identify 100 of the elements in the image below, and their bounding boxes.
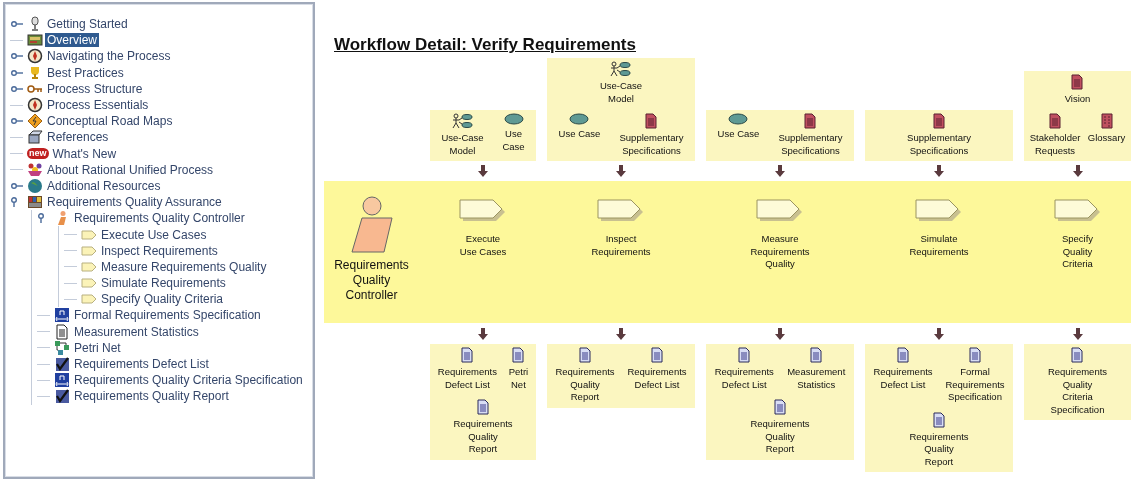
artifact-label[interactable]: Supplementary Specifications bbox=[619, 132, 684, 157]
artifact-label[interactable]: Stakeholder Requests bbox=[1029, 132, 1081, 157]
tree-item[interactable]: Inspect Requirements bbox=[99, 243, 220, 258]
tree-item[interactable]: Conceptual Road Maps bbox=[45, 114, 175, 129]
artifact-label[interactable]: Requirements Quality Report bbox=[909, 430, 969, 468]
toggle-handle-icon[interactable] bbox=[9, 67, 23, 78]
task-icon bbox=[1053, 198, 1102, 224]
tree-item[interactable]: Requirements Defect List bbox=[72, 357, 211, 372]
tree-item[interactable]: Requirements Quality Controller bbox=[72, 211, 247, 226]
artifact-label[interactable]: Petri Net bbox=[508, 366, 529, 391]
artifact-label[interactable]: Requirements Quality Report bbox=[555, 366, 615, 404]
artifact-label[interactable]: Use-Case Model bbox=[599, 80, 643, 105]
artifact-label[interactable]: Requirements Quality Report bbox=[453, 418, 513, 456]
tree-item[interactable]: Requirements Quality Report bbox=[72, 389, 231, 404]
use-case-model-icon bbox=[451, 113, 474, 129]
artifact-label[interactable]: Requirements Defect List bbox=[714, 366, 774, 391]
task-icon bbox=[459, 198, 507, 224]
artifact-label[interactable]: Requirements Defect List bbox=[437, 366, 497, 391]
document-icon bbox=[804, 113, 817, 129]
tree-item[interactable]: Petri Net bbox=[72, 340, 123, 355]
specification-icon bbox=[54, 372, 70, 389]
toggle-handle-icon[interactable] bbox=[9, 180, 23, 191]
tree-item[interactable]: About Rational Unified Process bbox=[45, 162, 216, 177]
worker-icon bbox=[349, 196, 394, 254]
globe-icon bbox=[27, 177, 43, 194]
task-label[interactable]: Measure Requirements Quality bbox=[750, 233, 810, 271]
tree-item[interactable]: Measure Requirements Quality bbox=[99, 259, 269, 274]
tree-item[interactable]: Formal Requirements Specification bbox=[72, 308, 263, 323]
tree-item[interactable]: Navigating the Process bbox=[45, 49, 173, 64]
road-sign-icon bbox=[27, 113, 43, 130]
artifact-label[interactable]: Requirements Quality Report bbox=[750, 418, 810, 456]
tree-item[interactable]: Requirements Quality Criteria Specification bbox=[72, 373, 305, 388]
report-icon bbox=[477, 399, 489, 415]
network-icon bbox=[54, 339, 70, 356]
down-arrow-icon bbox=[478, 165, 488, 177]
people-icon bbox=[27, 161, 43, 178]
use-case-icon bbox=[569, 113, 590, 125]
tree-item[interactable]: Measurement Statistics bbox=[72, 324, 201, 339]
down-arrow-icon bbox=[775, 327, 785, 340]
tree-item[interactable]: Simulate Requirements bbox=[99, 276, 228, 291]
tree-item[interactable]: Specify Quality Criteria bbox=[99, 292, 226, 307]
artifact-label[interactable]: Requirements Defect List bbox=[873, 366, 933, 391]
tree-item[interactable]: Process Structure bbox=[45, 81, 145, 96]
bookshelf-icon bbox=[27, 194, 43, 211]
task-label[interactable]: Specify Quality Criteria bbox=[1061, 233, 1094, 271]
artifact-label[interactable]: Requirements Defect List bbox=[627, 366, 687, 391]
tree-item[interactable]: Requirements Quality Assurance bbox=[45, 195, 224, 210]
report-icon bbox=[579, 347, 591, 363]
task-icon bbox=[597, 198, 645, 224]
down-arrow-icon bbox=[478, 327, 488, 340]
tree-item[interactable]: Process Essentials bbox=[45, 98, 151, 113]
artifact-label[interactable]: Supplementary Specifications bbox=[778, 132, 843, 157]
task-label[interactable]: Inspect Requirements bbox=[591, 233, 651, 258]
artifact-label[interactable]: Requirements Quality Criteria Specification bbox=[1047, 366, 1108, 416]
tree-item[interactable]: Additional Resources bbox=[45, 178, 163, 193]
task-icon bbox=[915, 198, 963, 224]
report-icon bbox=[651, 347, 663, 363]
toggle-handle-icon[interactable] bbox=[9, 116, 23, 127]
down-arrow-icon bbox=[1072, 165, 1083, 177]
document-icon bbox=[933, 113, 945, 129]
new-badge: new bbox=[27, 148, 49, 160]
use-case-icon bbox=[728, 113, 749, 125]
toggle-handle-icon[interactable] bbox=[9, 83, 23, 94]
artifact-label[interactable]: Use-Case Model bbox=[441, 132, 484, 157]
down-arrow-icon bbox=[934, 165, 944, 177]
tree-item[interactable]: Execute Use Cases bbox=[99, 227, 209, 242]
role-name: Requirements Quality Controller bbox=[333, 258, 410, 303]
artifact-label[interactable]: Use Case bbox=[558, 128, 601, 141]
artifact-label[interactable]: Use Case bbox=[717, 128, 760, 141]
report-icon bbox=[897, 347, 909, 363]
workflow-title: Workflow Detail: Verify Requirements bbox=[334, 35, 636, 55]
toggle-handle-icon[interactable] bbox=[9, 51, 23, 62]
artifact-label[interactable]: Vision bbox=[1064, 92, 1091, 105]
task-label[interactable]: Simulate Requirements bbox=[909, 233, 969, 258]
report-icon bbox=[738, 347, 751, 363]
down-arrow-icon bbox=[775, 165, 785, 177]
book-icon bbox=[27, 129, 43, 146]
document-icon bbox=[1049, 113, 1062, 129]
tree-item[interactable]: What's New bbox=[50, 146, 119, 161]
artifact-label[interactable]: Glossary bbox=[1087, 132, 1126, 145]
report-icon bbox=[512, 347, 525, 363]
artifact-label[interactable]: Supplementary Specifications bbox=[907, 132, 971, 157]
artifact-label[interactable]: Use Case bbox=[502, 128, 525, 153]
artifact-label[interactable]: Measurement Statistics bbox=[787, 366, 846, 391]
checklist-icon bbox=[54, 388, 70, 405]
task-icon bbox=[756, 198, 804, 224]
compass-icon bbox=[27, 48, 43, 65]
task-label[interactable]: Execute Use Cases bbox=[459, 233, 507, 258]
report-icon bbox=[810, 347, 823, 363]
landscape-icon bbox=[27, 32, 43, 49]
checklist-icon bbox=[54, 356, 70, 373]
artifact-label[interactable]: Formal Requirements Specification bbox=[945, 366, 1005, 404]
use-case-model-icon bbox=[610, 61, 632, 77]
tree-item[interactable]: Best Practices bbox=[45, 65, 126, 80]
down-arrow-icon bbox=[934, 327, 944, 340]
tree-item[interactable]: Overview bbox=[45, 33, 99, 48]
tree-item[interactable]: Getting Started bbox=[45, 17, 130, 32]
toggle-handle-icon[interactable] bbox=[9, 19, 23, 30]
down-arrow-icon bbox=[616, 327, 626, 340]
tree-item[interactable]: References bbox=[45, 130, 111, 145]
